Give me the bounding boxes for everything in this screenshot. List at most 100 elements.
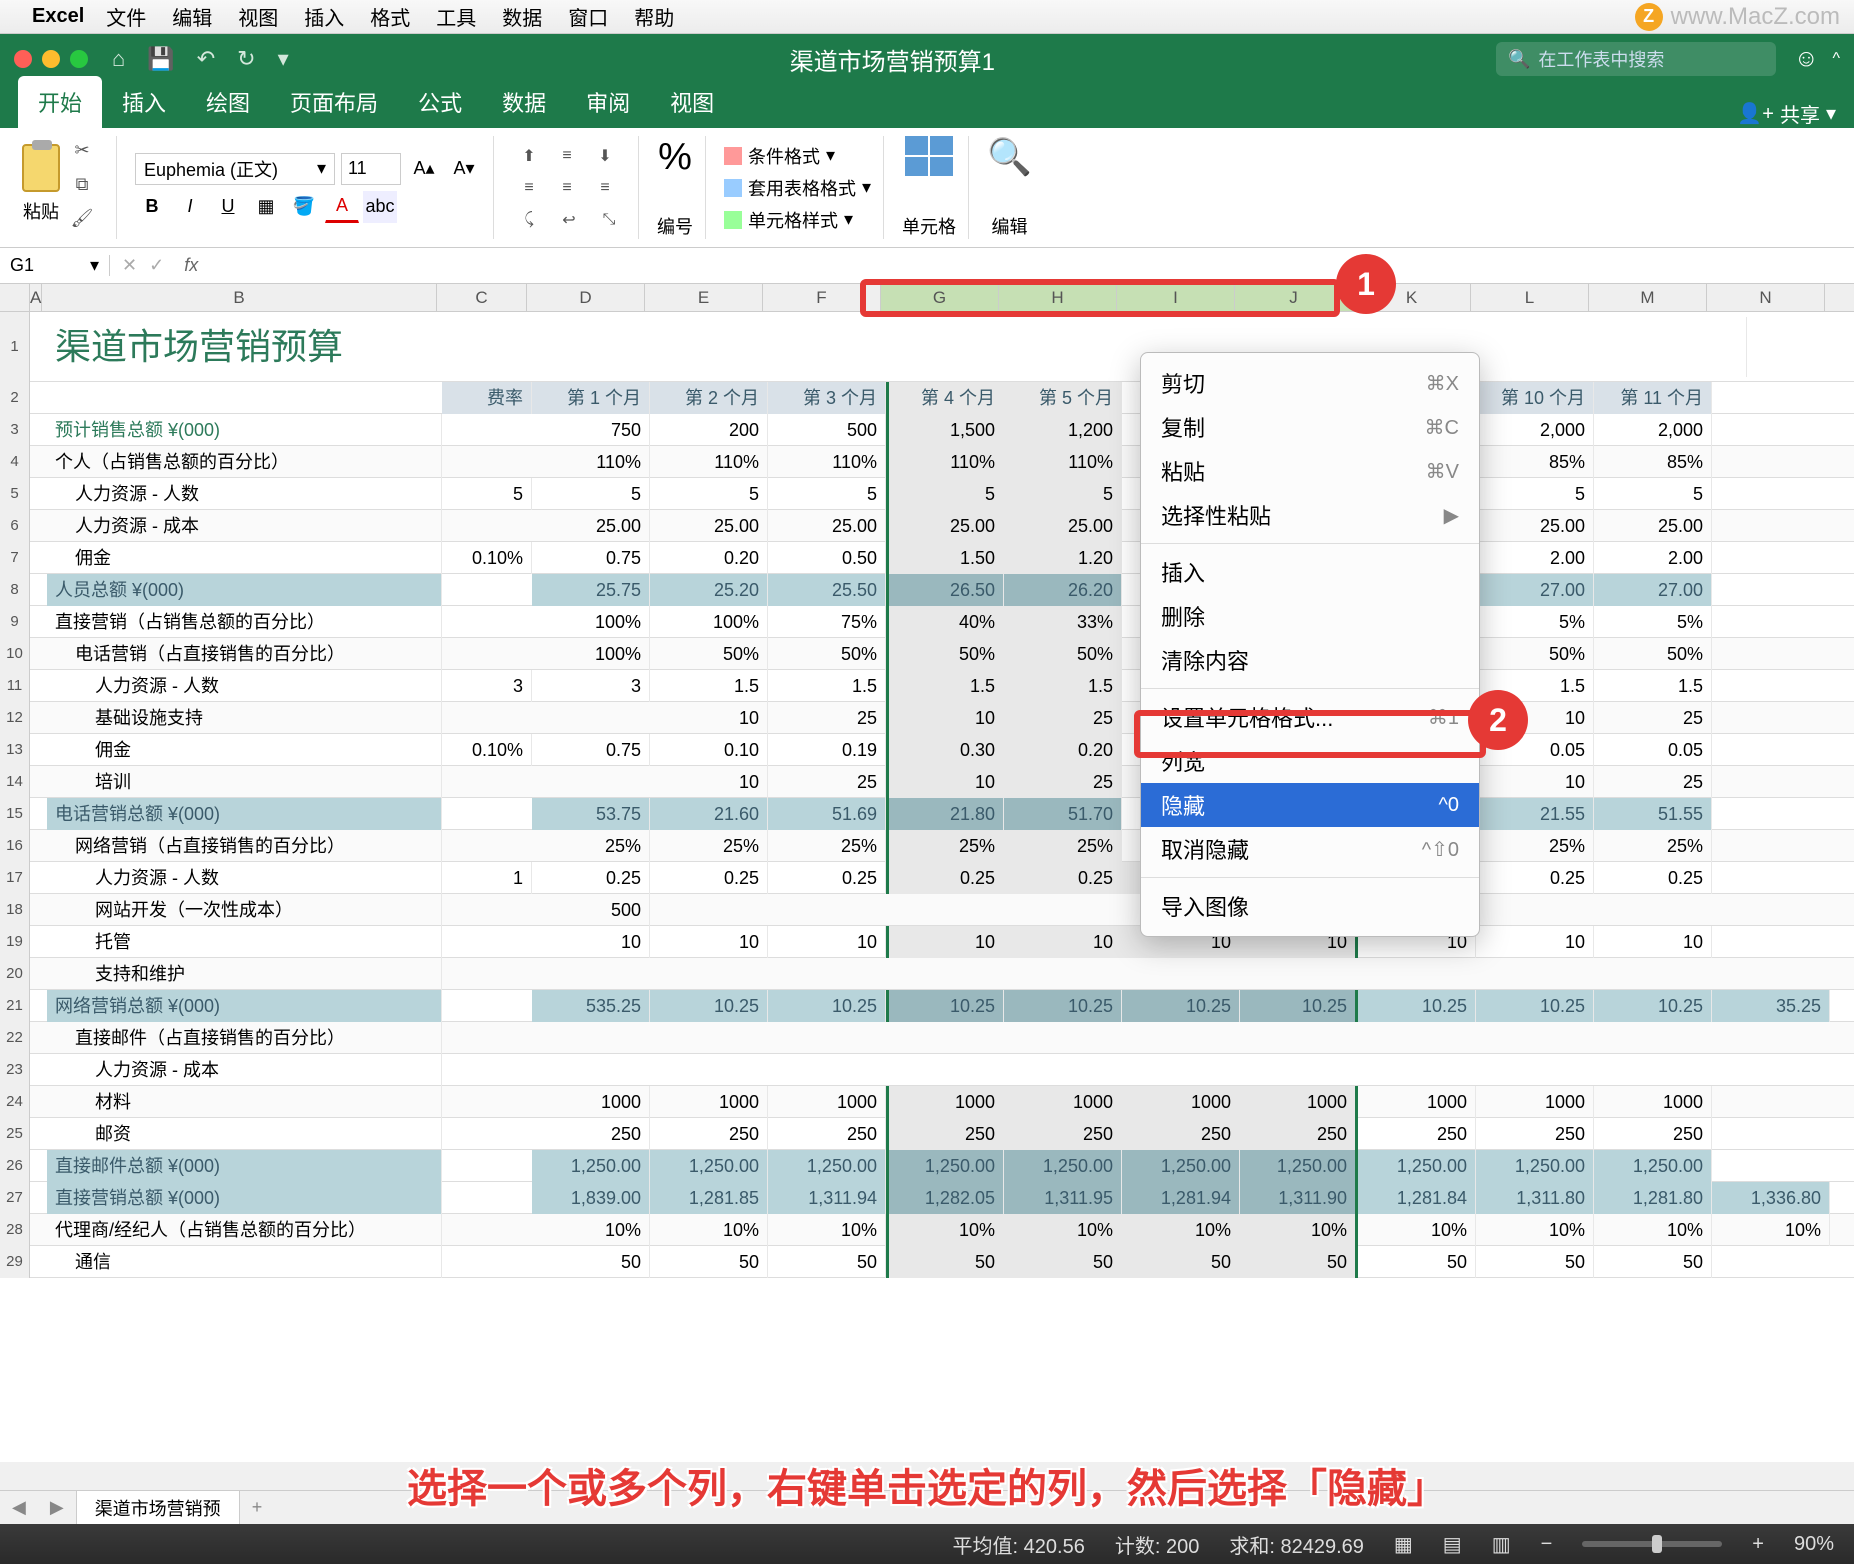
ctx-item[interactable]: 插入 (1141, 550, 1479, 594)
cell[interactable]: 10% (886, 1214, 1004, 1246)
cell[interactable]: 50 (532, 1246, 650, 1278)
cell[interactable]: 3 (442, 670, 532, 702)
ctx-item[interactable]: 粘贴⌘V (1141, 449, 1479, 493)
cell[interactable]: 250 (1594, 1118, 1712, 1150)
cell[interactable]: 1000 (1358, 1086, 1476, 1118)
cell[interactable]: 1.5 (886, 670, 1004, 702)
cell[interactable]: 50 (1594, 1246, 1712, 1278)
font-size-select[interactable]: 11 (341, 153, 401, 185)
row-header[interactable]: 6 (0, 510, 30, 542)
cell[interactable]: 10% (532, 1214, 650, 1246)
cell-label[interactable]: 通信 (47, 1246, 442, 1278)
row-header[interactable]: 26 (0, 1150, 30, 1182)
align-left-icon[interactable]: ≡ (512, 174, 546, 202)
cell[interactable]: 110% (768, 446, 886, 478)
ctx-item[interactable]: 剪切⌘X (1141, 361, 1479, 405)
cell[interactable]: 10 (886, 926, 1004, 958)
font-color-button[interactable]: A (325, 191, 359, 223)
tab-formulas[interactable]: 公式 (398, 76, 482, 128)
cell[interactable]: 1000 (1476, 1086, 1594, 1118)
border-button[interactable]: ▦ (249, 191, 283, 223)
cell[interactable]: 50 (1240, 1246, 1358, 1278)
ribbon-toggle-icon[interactable]: ^ (1832, 50, 1840, 68)
ctx-item[interactable]: 设置单元格格式...⌘1 (1141, 695, 1479, 739)
cell[interactable]: 25.50 (768, 574, 886, 606)
cell[interactable]: 5 (886, 478, 1004, 510)
cell-label[interactable]: 邮资 (47, 1118, 442, 1150)
zoom-in-icon[interactable]: + (1752, 1533, 1764, 1556)
view-break-icon[interactable]: ▥ (1492, 1532, 1511, 1557)
cell-label[interactable]: 网站开发（一次性成本） (47, 894, 442, 926)
cell[interactable]: 75% (768, 606, 886, 638)
row-header[interactable]: 17 (0, 862, 30, 894)
cell[interactable]: 1000 (1122, 1086, 1240, 1118)
cell[interactable]: 10 (768, 926, 886, 958)
cell[interactable]: 第 5 个月 (1004, 382, 1122, 414)
percent-icon[interactable]: % (657, 136, 693, 179)
cell[interactable]: 1000 (650, 1086, 768, 1118)
cells-icon[interactable] (905, 136, 953, 176)
cell[interactable]: 1,250.00 (886, 1150, 1004, 1182)
align-center-icon[interactable]: ≡ (550, 174, 584, 202)
cell[interactable]: 1000 (1594, 1086, 1712, 1118)
cell[interactable]: 第 3 个月 (768, 382, 886, 414)
cell[interactable]: 1,250.00 (1476, 1150, 1594, 1182)
align-right-icon[interactable]: ≡ (588, 174, 622, 202)
cell[interactable]: 25.00 (1594, 510, 1712, 542)
cell[interactable]: 26.50 (886, 574, 1004, 606)
accept-formula-icon[interactable]: ✓ (149, 255, 164, 276)
cell-label[interactable]: 培训 (47, 766, 442, 798)
cell[interactable]: 1,281.84 (1358, 1182, 1476, 1214)
row-header[interactable]: 5 (0, 478, 30, 510)
cell[interactable]: 110% (886, 446, 1004, 478)
row-header[interactable]: 14 (0, 766, 30, 798)
cell[interactable]: 110% (532, 446, 650, 478)
cell[interactable]: 50 (1004, 1246, 1122, 1278)
cell[interactable]: 50 (1122, 1246, 1240, 1278)
cell[interactable]: 10.25 (1476, 990, 1594, 1022)
menu-file[interactable]: 文件 (106, 2, 146, 31)
cell[interactable]: 50% (768, 638, 886, 670)
cell-label[interactable]: 代理商/经纪人（占销售总额的百分比） (47, 1214, 442, 1246)
cell-label[interactable]: 直接营销总额 ¥(000) (47, 1182, 442, 1214)
cell[interactable]: 10.25 (1358, 990, 1476, 1022)
cell[interactable]: 0.25 (532, 862, 650, 894)
row-header[interactable]: 2 (0, 382, 30, 414)
cell[interactable]: 第 11 个月 (1594, 382, 1712, 414)
cell[interactable]: 21.55 (1476, 798, 1594, 830)
cell[interactable]: 5 (532, 478, 650, 510)
ctx-item[interactable]: 导入图像 (1141, 884, 1479, 928)
cell[interactable]: 1,336.80 (1712, 1182, 1830, 1214)
cell[interactable]: 5 (1476, 478, 1594, 510)
tab-insert[interactable]: 插入 (102, 76, 186, 128)
cell[interactable]: 110% (650, 446, 768, 478)
cell[interactable]: 250 (650, 1118, 768, 1150)
cancel-formula-icon[interactable]: ✕ (122, 255, 137, 276)
cell[interactable]: 0.75 (532, 542, 650, 574)
cell[interactable]: 250 (768, 1118, 886, 1150)
cell[interactable]: 1,281.94 (1122, 1182, 1240, 1214)
cell-label[interactable]: 人力资源 - 人数 (47, 670, 442, 702)
col-header-M[interactable]: M (1589, 284, 1707, 311)
cell[interactable]: 1000 (1240, 1086, 1358, 1118)
row-header[interactable]: 21 (0, 990, 30, 1022)
row-header[interactable]: 18 (0, 894, 30, 926)
row-header[interactable]: 27 (0, 1182, 30, 1214)
row-header[interactable]: 28 (0, 1214, 30, 1246)
close-window-button[interactable] (14, 50, 32, 68)
row-header[interactable]: 8 (0, 574, 30, 606)
cell[interactable]: 10% (1122, 1214, 1240, 1246)
ctx-item[interactable]: 删除 (1141, 594, 1479, 638)
cell[interactable]: 250 (1004, 1118, 1122, 1150)
cell[interactable]: 10.25 (886, 990, 1004, 1022)
row-header[interactable]: 11 (0, 670, 30, 702)
cell[interactable]: 35.25 (1712, 990, 1830, 1022)
cell[interactable]: 26.20 (1004, 574, 1122, 606)
cell[interactable]: 1.50 (886, 542, 1004, 574)
fill-color-button[interactable]: 🪣 (287, 191, 321, 223)
cell[interactable]: 10 (650, 702, 768, 734)
cell[interactable]: 27.00 (1476, 574, 1594, 606)
cell[interactable]: 535.25 (532, 990, 650, 1022)
cell[interactable]: 25.00 (886, 510, 1004, 542)
format-painter-icon[interactable]: 🖌 (68, 204, 96, 232)
